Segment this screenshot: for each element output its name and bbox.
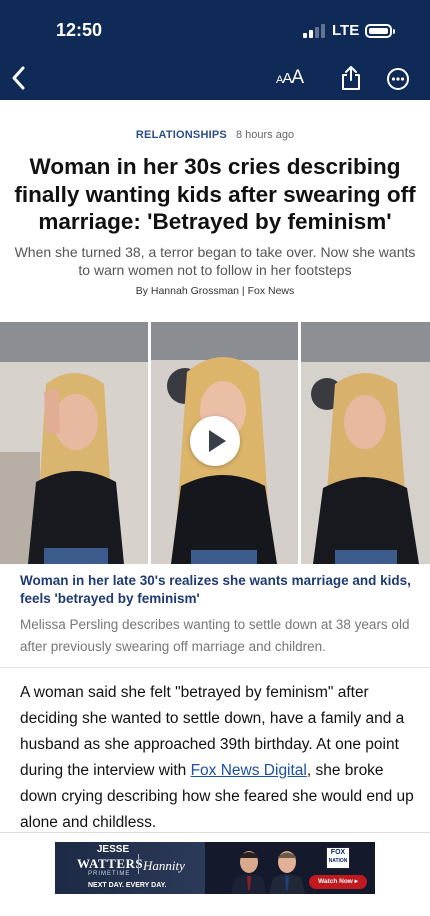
article-kicker: RELATIONSHIPS 8 hours ago [0,129,430,141]
video-frame-1 [0,322,148,564]
play-button[interactable] [190,416,240,466]
back-button[interactable] [8,64,32,92]
more-button[interactable] [386,67,410,91]
article-time: 8 hours ago [235,129,295,141]
ad-container: JESSE WATTERS PRIMETIME NEXT DAY. EVERY … [0,832,430,916]
fox-nation-logo: FOX NATION [326,847,350,869]
share-button[interactable] [341,65,361,91]
article-body-paragraph: A woman said she felt "betrayed by femin… [20,680,416,836]
status-time: 12:50 [56,20,103,40]
ad-hannity-text: Hannity [143,858,185,873]
ad-banner[interactable]: JESSE WATTERS PRIMETIME NEXT DAY. EVERY … [55,842,375,894]
battery-icon [365,24,392,38]
ad-watters-text: WATTERS [77,856,144,871]
text-size-large: A [291,67,304,88]
ad-host-photo-1 [231,851,267,894]
video-player[interactable] [0,322,430,564]
fox-news-digital-link[interactable]: Fox News Digital [191,762,307,779]
fox-logo-line-1: FOX [330,849,346,856]
ad-primetime-text: PRIMETIME [88,871,131,877]
video-caption-title[interactable]: Woman in her late 30's realizes she want… [20,572,420,608]
watch-now-button[interactable]: Watch Now ▸ [309,875,367,889]
article-byline: By Hannah Grossman | Fox News [135,285,295,297]
ad-jesse-text: JESSE [96,844,130,855]
chevron-left-icon [12,66,25,90]
video-caption-description: Melissa Persling describes wanting to se… [20,617,410,654]
text-size-medium: A [282,70,292,87]
network-label: LTE [332,22,360,39]
more-icon [387,68,409,90]
ad-separator [138,854,139,874]
category-link[interactable]: RELATIONSHIPS [136,129,227,141]
share-icon [342,66,360,90]
battery-tip [393,29,395,34]
divider [0,667,430,668]
ad-host-photo-2 [269,851,305,894]
article-subhead: When she turned 38, a terror began to ta… [14,244,416,278]
top-bar: 12:50 LTE AAA [0,0,430,100]
fox-logo-line-2: NATION [328,858,348,864]
status-bar: 12:50 LTE [0,0,430,58]
signal-icon [303,24,327,38]
text-size-button[interactable]: AAA [276,67,304,89]
ad-tagline: NEXT DAY. EVERY DAY. [88,882,167,889]
video-frame-3 [301,322,430,564]
article-headline: Woman in her 30s cries describing finall… [14,154,416,234]
